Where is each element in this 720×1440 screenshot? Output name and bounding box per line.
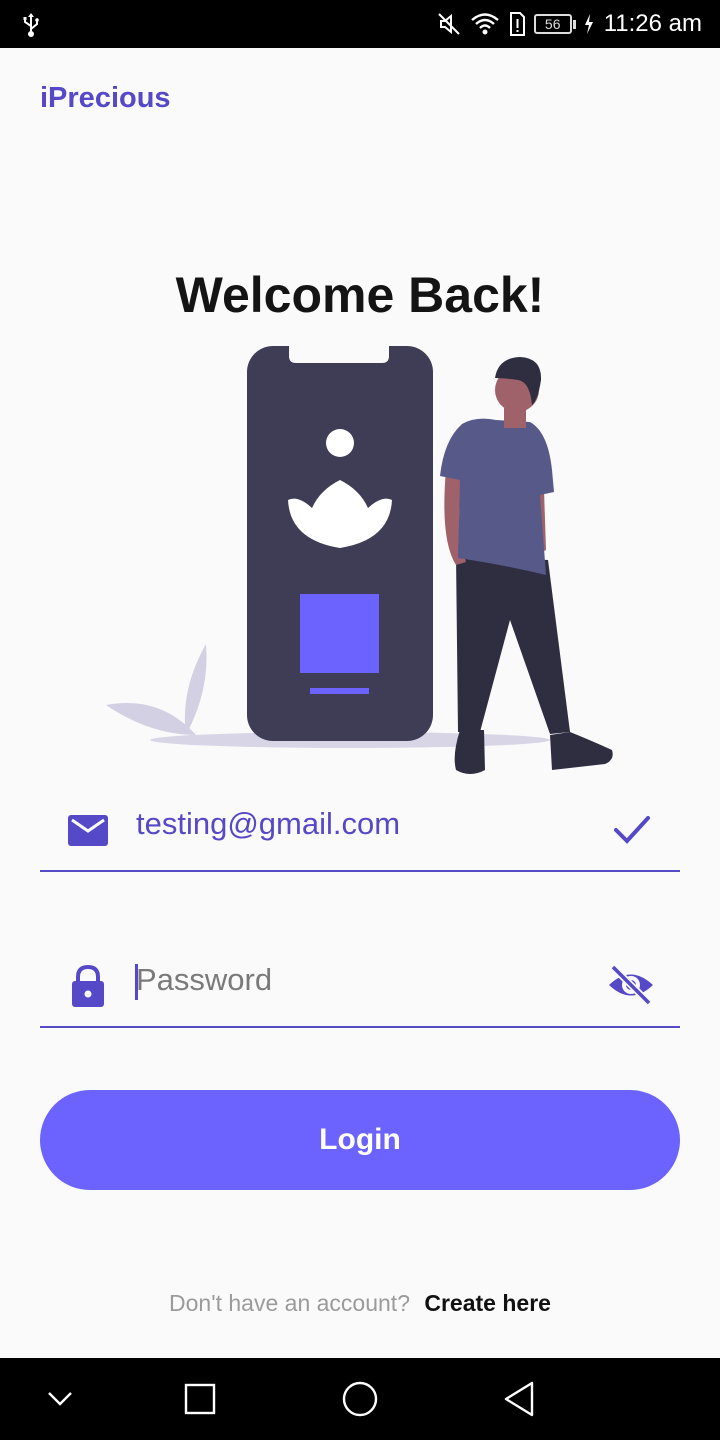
email-field[interactable]: testing@gmail.com — [40, 792, 680, 872]
mail-icon — [68, 815, 108, 846]
wifi-icon — [470, 13, 499, 35]
email-value[interactable]: testing@gmail.com — [136, 806, 400, 842]
battery-level: 56 — [544, 16, 561, 32]
lock-icon — [72, 964, 104, 1007]
charging-icon — [584, 14, 593, 34]
home-icon[interactable] — [336, 1376, 384, 1422]
battery-icon: 56 — [533, 14, 576, 34]
collapse-icon[interactable] — [36, 1376, 84, 1422]
signup-question: Don't have an account? — [169, 1290, 410, 1316]
usb-icon — [23, 13, 39, 37]
status-time: 11:26 am — [603, 10, 702, 37]
recents-icon[interactable] — [176, 1376, 224, 1422]
password-placeholder[interactable]: Password — [136, 962, 272, 998]
login-illustration — [106, 346, 613, 774]
back-icon[interactable] — [496, 1376, 544, 1422]
app-title: iPrecious — [40, 82, 171, 114]
status-bar: 56 11:26 am — [0, 0, 720, 48]
navigation-bar — [0, 1358, 720, 1440]
mute-icon — [437, 13, 460, 35]
signup-prompt: Don't have an account? Create here — [0, 1290, 720, 1317]
login-button[interactable]: Login — [40, 1090, 680, 1190]
password-field[interactable]: Password — [40, 948, 680, 1028]
create-account-link[interactable]: Create here — [424, 1290, 551, 1316]
alert-icon — [509, 12, 525, 36]
visibility-off-icon[interactable] — [606, 960, 656, 1010]
page-title: Welcome Back! — [175, 267, 545, 323]
check-icon — [614, 816, 650, 844]
